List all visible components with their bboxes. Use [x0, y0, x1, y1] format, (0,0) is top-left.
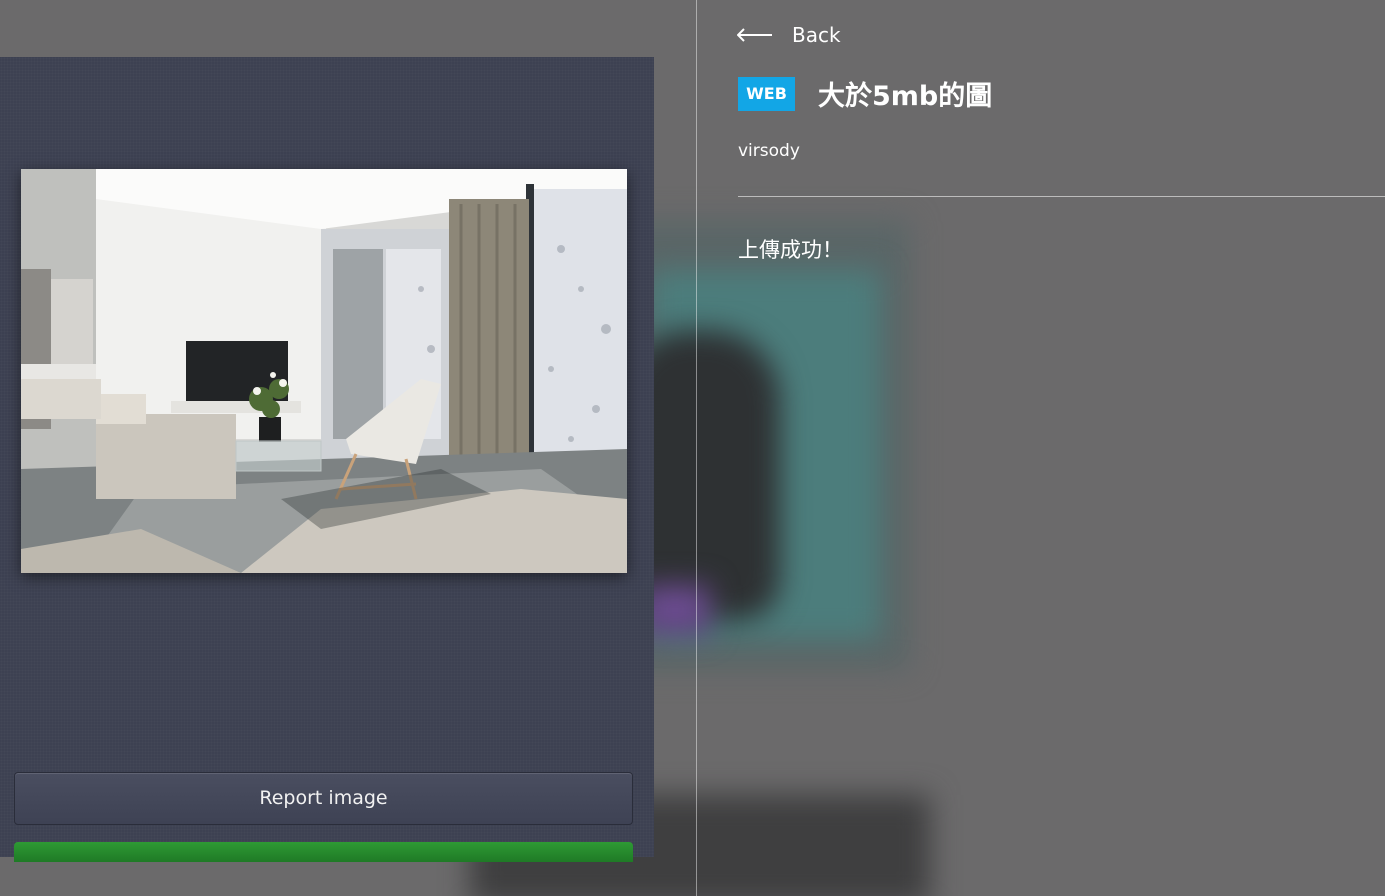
web-badge: WEB	[738, 76, 795, 111]
post-title-row: WEB 大於5mb的圖	[738, 74, 992, 113]
page: Report image Back WEB 大於5mb的圖 virsody 上傳…	[0, 0, 1385, 896]
panel-divider	[696, 0, 697, 896]
uploaded-photo[interactable]	[21, 169, 627, 573]
living-room-image	[21, 169, 627, 573]
author-name[interactable]: virsody	[738, 141, 800, 161]
back-button[interactable]: Back	[737, 22, 841, 48]
divider	[738, 196, 1385, 197]
post-title: 大於5mb的圖	[818, 81, 993, 112]
image-panel: Report image	[0, 57, 654, 862]
report-image-button[interactable]: Report image	[14, 772, 633, 825]
arrow-left-icon	[737, 28, 772, 42]
post-message: 上傳成功！	[738, 238, 843, 262]
back-label: Back	[792, 23, 841, 47]
confirm-button[interactable]	[14, 842, 633, 862]
